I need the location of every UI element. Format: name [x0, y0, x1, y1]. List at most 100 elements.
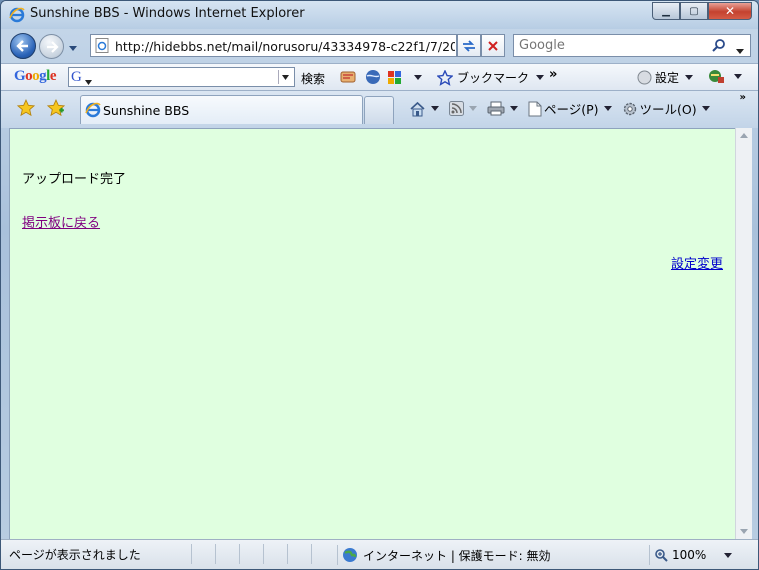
zoom-icon	[655, 549, 668, 562]
chevron-down-icon[interactable]	[734, 73, 742, 79]
globe-icon[interactable]	[365, 69, 381, 85]
security-zone-label: インターネット | 保護モード: 無効	[363, 548, 551, 563]
ie-logo-icon	[9, 7, 25, 26]
vertical-scrollbar[interactable]	[735, 128, 752, 539]
bookmark-label: ブックマーク	[457, 71, 530, 85]
tools-menu[interactable]: ツール(O)	[622, 99, 710, 118]
page-content: アップロード完了 掲示板に戻る 設定変更	[9, 128, 735, 539]
status-bar: ページが表示されました インターネット | 保護モード: 無効 100%	[1, 539, 758, 569]
minimize-button[interactable]: ▁	[652, 2, 680, 20]
gear-icon	[623, 102, 636, 115]
maximize-icon: ▢	[689, 5, 699, 17]
home-button[interactable]	[409, 101, 439, 117]
address-bar[interactable]: http://hidebbs.net/mail/norusoru/4333497…	[90, 34, 457, 57]
chevron-down-icon	[536, 75, 545, 80]
google-search-field[interactable]: G	[68, 67, 295, 87]
zoom-level: 100%	[672, 548, 707, 562]
page-icon	[95, 38, 109, 56]
print-button[interactable]	[487, 101, 518, 116]
chevron-down-icon	[85, 74, 92, 88]
chevron-down-icon	[685, 75, 694, 80]
address-row: http://hidebbs.net/mail/norusoru/4333497…	[1, 29, 758, 63]
minimize-icon: ▁	[662, 5, 670, 17]
rss-feed-icon	[449, 101, 464, 116]
chevron-down-icon	[431, 106, 439, 111]
tab-sunshine-bbs[interactable]: Sunshine BBS	[80, 95, 363, 124]
status-panel	[287, 544, 311, 564]
settings-label: 設定	[655, 71, 680, 85]
add-favorite-icon	[46, 99, 66, 117]
status-panel	[215, 544, 239, 564]
chevron-down-icon	[282, 74, 289, 80]
add-to-favorites-button[interactable]	[46, 99, 66, 120]
google-logo: Google	[14, 68, 57, 84]
chevron-down-icon	[69, 46, 77, 51]
chevron-down-icon	[736, 49, 744, 54]
google-toolbar: Google G 検索 ブックマーク » 設定	[1, 63, 758, 91]
status-panel	[311, 544, 335, 564]
arrow-left-icon	[16, 40, 28, 52]
new-tab-button[interactable]	[364, 96, 394, 124]
maximize-button[interactable]: ▢	[680, 2, 708, 20]
scroll-up-arrow-icon[interactable]	[740, 133, 748, 138]
feeds-button[interactable]	[449, 101, 477, 116]
home-icon	[410, 101, 425, 116]
title-bar: Sunshine BBS - Windows Internet Explorer…	[1, 1, 758, 29]
address-input[interactable]: http://hidebbs.net/mail/norusoru/4333497…	[115, 39, 455, 54]
chevron-down-icon	[724, 552, 733, 558]
upload-complete-message: アップロード完了	[22, 172, 127, 187]
search-input[interactable]	[514, 35, 704, 56]
search-box[interactable]	[513, 34, 751, 57]
page-menu-icon	[528, 101, 542, 116]
chevron-down-icon	[510, 106, 518, 111]
search-icon[interactable]	[712, 38, 726, 55]
refresh-icon	[463, 39, 475, 52]
settings-circle-icon	[637, 70, 652, 85]
browser-window: Sunshine BBS - Windows Internet Explorer…	[0, 0, 759, 570]
status-panel	[191, 544, 215, 564]
tab-label: Sunshine BBS	[103, 103, 190, 118]
refresh-button[interactable]	[457, 34, 481, 57]
chevron-down-icon	[469, 106, 477, 111]
security-zone[interactable]: インターネット | 保護モード: 無効	[337, 545, 551, 565]
chevron-down-icon	[701, 106, 710, 111]
zoom-control[interactable]: 100%	[649, 545, 733, 565]
stop-button[interactable]	[481, 34, 505, 57]
command-bar-overflow-chevron-icon[interactable]: »	[740, 92, 746, 103]
settings-menu[interactable]: 設定	[637, 69, 694, 86]
close-icon: ✕	[724, 4, 736, 18]
star-icon	[437, 69, 453, 86]
forward-button[interactable]	[39, 34, 64, 59]
status-panels	[191, 544, 335, 564]
search-options-dropdown[interactable]	[736, 43, 744, 57]
page-menu[interactable]: ページ(P)	[528, 99, 612, 118]
command-bar: ページ(P) ツール(O)	[409, 99, 716, 118]
toolbar-options-icon[interactable]	[707, 68, 725, 84]
status-panel	[263, 544, 287, 564]
arrow-right-icon	[46, 40, 59, 53]
back-button[interactable]	[10, 33, 36, 59]
chevron-down-icon[interactable]	[414, 74, 422, 80]
scroll-down-arrow-icon[interactable]	[740, 529, 748, 534]
recent-pages-dropdown[interactable]	[69, 41, 77, 55]
close-button[interactable]: ✕	[708, 2, 752, 20]
favorites-center-button[interactable]	[16, 99, 36, 120]
bookmark-menu[interactable]: ブックマーク	[437, 69, 545, 86]
status-text: ページが表示されました	[9, 548, 141, 562]
chevron-down-icon	[603, 106, 612, 111]
stop-icon	[488, 40, 498, 51]
google-search-dropdown[interactable]	[278, 70, 292, 84]
google-tool-icons	[339, 69, 422, 85]
tab-row: Sunshine BBS ページ(P) ツール(O) »	[1, 91, 758, 128]
printer-icon	[487, 101, 505, 116]
toolbar-overflow-chevron-icon[interactable]: »	[549, 67, 557, 82]
autofill-icon[interactable]	[387, 69, 405, 85]
page-menu-label: ページ(P)	[544, 102, 599, 117]
back-to-board-link[interactable]: 掲示板に戻る	[22, 212, 100, 231]
ie-page-icon	[85, 102, 101, 121]
internet-globe-icon	[343, 548, 357, 562]
change-settings-link[interactable]: 設定変更	[671, 253, 723, 272]
window-title: Sunshine BBS - Windows Internet Explorer	[30, 6, 305, 21]
pagerank-icon[interactable]	[339, 69, 359, 85]
google-search-button[interactable]: 検索	[301, 70, 325, 87]
